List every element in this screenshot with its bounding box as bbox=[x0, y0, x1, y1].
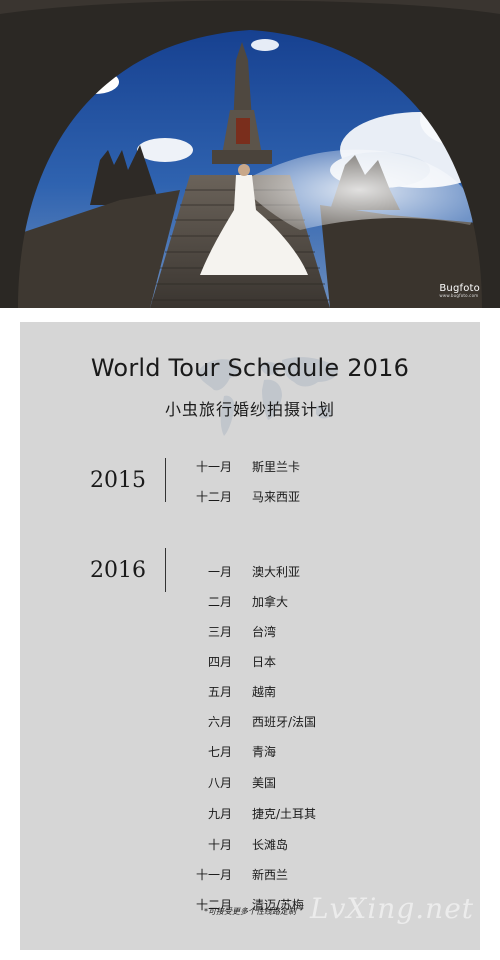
footnote: *可接受更多个性线路定制 bbox=[204, 907, 296, 916]
year-divider bbox=[165, 458, 166, 502]
month-label: 十二月 bbox=[195, 490, 232, 504]
destination-label: 马来西亚 bbox=[252, 490, 301, 504]
wedding-photo: Bugfoto www.bugfoto.com bbox=[0, 0, 500, 308]
month-label: 四月 bbox=[207, 655, 232, 669]
destination-label: 西班牙/法国 bbox=[252, 715, 317, 729]
month-label: 八月 bbox=[207, 776, 232, 790]
month-label: 十月 bbox=[207, 838, 232, 852]
month-label: 三月 bbox=[207, 625, 232, 639]
destination-label: 斯里兰卡 bbox=[252, 460, 301, 474]
photo-brand-watermark: Bugfoto www.bugfoto.com bbox=[439, 283, 480, 298]
month-label: 九月 bbox=[207, 807, 232, 821]
destination-label: 新西兰 bbox=[252, 868, 289, 882]
destination-label: 日本 bbox=[252, 655, 277, 669]
brand-url: www.bugfoto.com bbox=[439, 293, 479, 298]
month-label: 六月 bbox=[207, 715, 232, 729]
month-label: 一月 bbox=[207, 565, 232, 579]
temple-bride-illustration bbox=[0, 0, 500, 308]
month-label: 十一月 bbox=[195, 868, 232, 882]
schedule-title: World Tour Schedule 2016 bbox=[90, 354, 410, 382]
destination-label: 捷克/土耳其 bbox=[252, 807, 317, 821]
destination-label: 越南 bbox=[252, 685, 277, 699]
year-2016-label: 2016 bbox=[90, 558, 146, 583]
destination-label: 加拿大 bbox=[252, 595, 289, 609]
year-2015-label: 2015 bbox=[90, 468, 146, 493]
year-divider bbox=[165, 548, 166, 592]
destination-label: 台湾 bbox=[252, 625, 277, 639]
month-label: 二月 bbox=[207, 595, 232, 609]
destination-label: 长滩岛 bbox=[252, 838, 289, 852]
schedule-subtitle: 小虫旅行婚纱拍摄计划 bbox=[164, 400, 335, 419]
destination-label: 青海 bbox=[252, 745, 277, 759]
month-label: 十一月 bbox=[195, 460, 232, 474]
destination-label: 澳大利亚 bbox=[252, 565, 301, 579]
destination-label: 美国 bbox=[252, 776, 277, 790]
schedule-card: World Tour Schedule 2016 小虫旅行婚纱拍摄计划 2015… bbox=[20, 322, 480, 950]
month-label: 七月 bbox=[207, 745, 232, 759]
month-label: 五月 bbox=[207, 685, 232, 699]
